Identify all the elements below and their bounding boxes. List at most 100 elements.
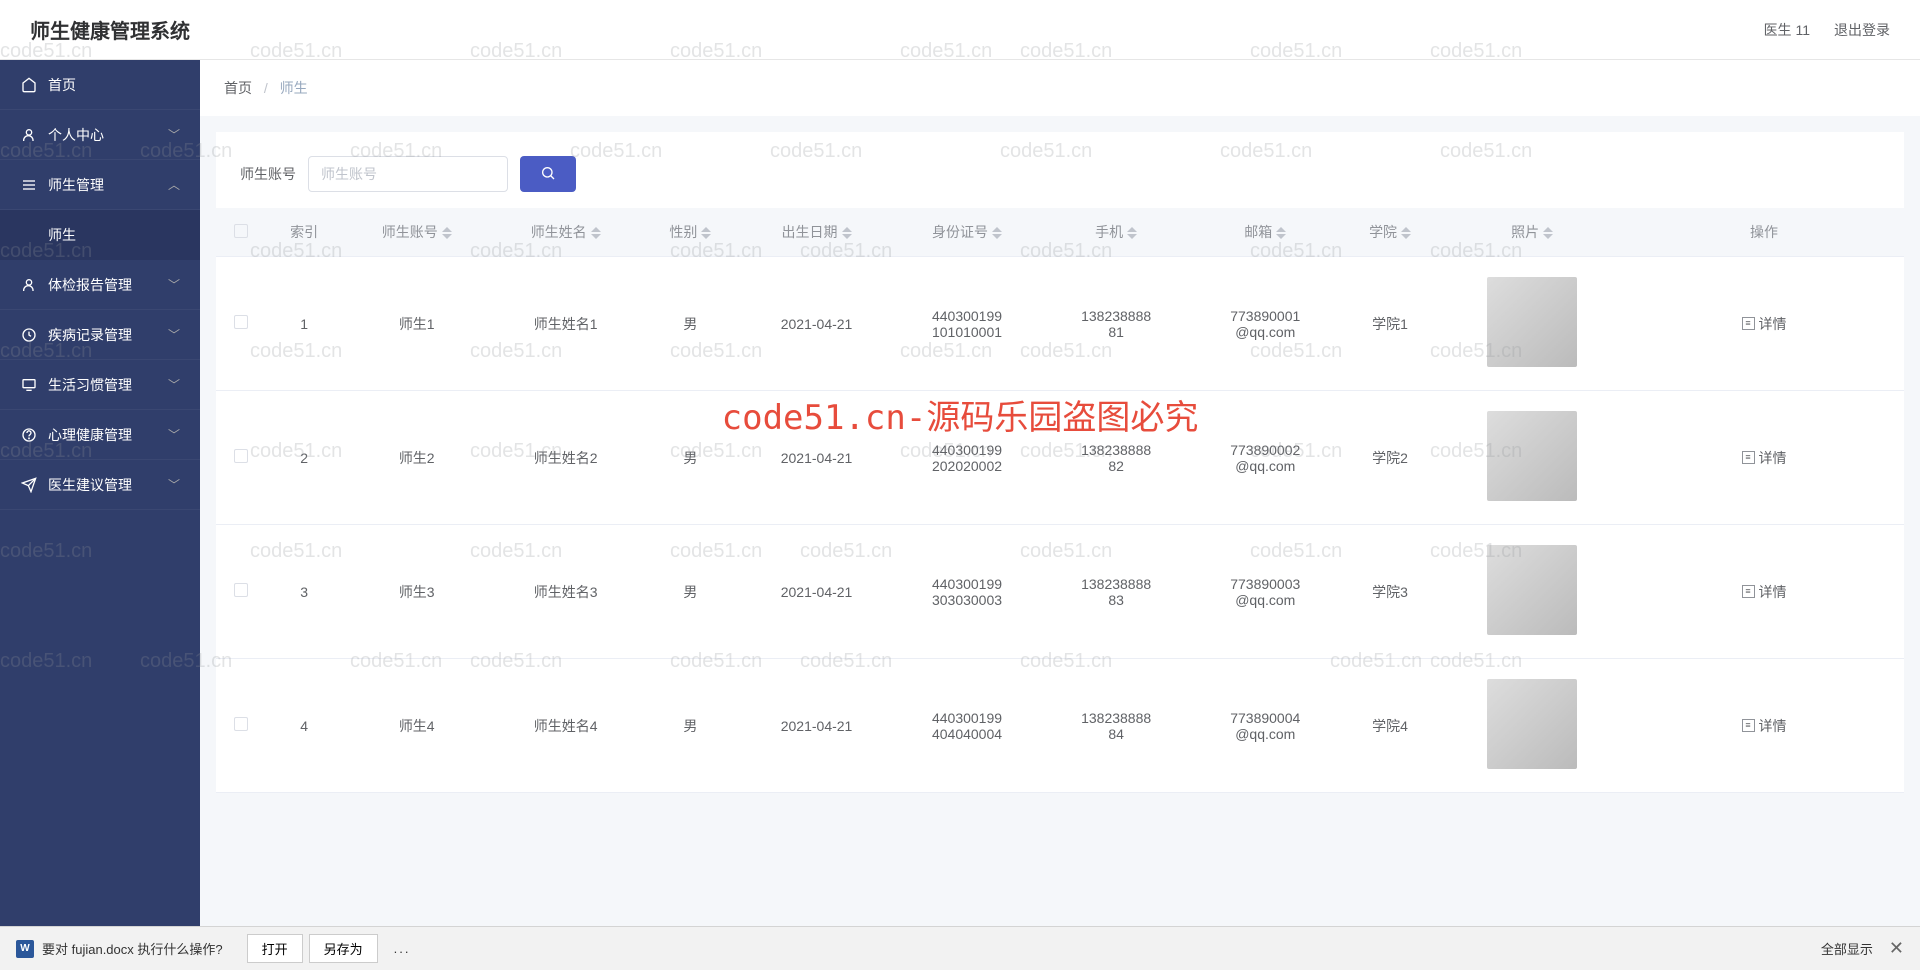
cell-account: 师生4: [342, 659, 491, 793]
sidebar-item-label: 首页: [48, 75, 180, 95]
cell-index: 3: [266, 525, 342, 659]
sidebar-item-label: 师生管理: [48, 175, 168, 195]
user-label[interactable]: 医生 11: [1764, 20, 1810, 40]
sidebar-item-advice[interactable]: 医生建议管理 ﹀: [0, 460, 200, 510]
row-checkbox[interactable]: [234, 583, 248, 597]
photo-thumbnail[interactable]: [1487, 679, 1577, 769]
show-all-link[interactable]: 全部显示: [1821, 939, 1873, 958]
cell-phone: 13823888884: [1042, 659, 1191, 793]
cell-dob: 2021-04-21: [741, 525, 893, 659]
sort-icon: [1401, 227, 1411, 239]
chevron-down-icon: ﹀: [168, 376, 180, 393]
more-button[interactable]: ...: [384, 937, 421, 960]
sort-icon: [442, 227, 452, 239]
search-label: 师生账号: [240, 164, 296, 184]
breadcrumb-current: 师生: [280, 80, 308, 96]
col-idcard[interactable]: 身份证号: [892, 208, 1041, 257]
cell-dob: 2021-04-21: [741, 257, 893, 391]
detail-button[interactable]: ≡详情: [1742, 314, 1787, 334]
col-index[interactable]: 索引: [266, 208, 342, 257]
detail-button[interactable]: ≡详情: [1742, 448, 1787, 468]
detail-icon: ≡: [1742, 719, 1755, 732]
cell-account: 师生3: [342, 525, 491, 659]
row-checkbox[interactable]: [234, 315, 248, 329]
cell-college: 学院2: [1340, 391, 1440, 525]
chevron-down-icon: ﹀: [168, 476, 180, 493]
cell-email: 773890002@qq.com: [1191, 391, 1340, 525]
sidebar-item-profile[interactable]: 个人中心 ﹀: [0, 110, 200, 160]
clock-icon: [20, 327, 38, 343]
sidebar-item-mental[interactable]: 心理健康管理 ﹀: [0, 410, 200, 460]
sort-icon: [992, 227, 1002, 239]
app-header: 师生健康管理系统 医生 11 退出登录: [0, 0, 1920, 60]
photo-thumbnail[interactable]: [1487, 545, 1577, 635]
sidebar-subitem-teacher-student[interactable]: 师生: [0, 210, 200, 260]
sidebar-subitem-label: 师生: [48, 225, 76, 245]
sidebar-item-habit[interactable]: 生活习惯管理 ﹀: [0, 360, 200, 410]
detail-button[interactable]: ≡详情: [1742, 716, 1787, 736]
cell-idcard: 440300199101010001: [892, 257, 1041, 391]
sort-icon: [1276, 227, 1286, 239]
logout-link[interactable]: 退出登录: [1834, 20, 1890, 40]
word-file-icon: W: [16, 940, 34, 958]
cell-index: 2: [266, 391, 342, 525]
cell-idcard: 440300199202020002: [892, 391, 1041, 525]
photo-thumbnail[interactable]: [1487, 411, 1577, 501]
user-icon: [20, 127, 38, 143]
sidebar-item-label: 个人中心: [48, 125, 168, 145]
select-all-checkbox[interactable]: [234, 224, 248, 238]
table-row: 3 师生3 师生姓名3 男 2021-04-21 440300199303030…: [216, 525, 1904, 659]
breadcrumb-home[interactable]: 首页: [224, 80, 252, 96]
search-input[interactable]: [308, 156, 508, 192]
cell-gender: 男: [640, 391, 740, 525]
download-message: 要对 fujian.docx 执行什么操作?: [42, 939, 223, 958]
sidebar-item-teacher-student[interactable]: 师生管理 ︿: [0, 160, 200, 210]
table-row: 2 师生2 师生姓名2 男 2021-04-21 440300199202020…: [216, 391, 1904, 525]
cell-photo: [1440, 525, 1624, 659]
save-as-button[interactable]: 另存为: [309, 934, 378, 963]
open-button[interactable]: 打开: [247, 934, 303, 963]
col-college[interactable]: 学院: [1340, 208, 1440, 257]
col-dob[interactable]: 出生日期: [741, 208, 893, 257]
search-button[interactable]: [520, 156, 576, 192]
home-icon: [20, 77, 38, 93]
row-checkbox[interactable]: [234, 717, 248, 731]
help-icon: [20, 427, 38, 443]
data-table: 索引 师生账号 师生姓名 性别 出生日期 身份证号 手机 邮箱 学院 照片 操作…: [216, 208, 1904, 793]
col-action: 操作: [1624, 208, 1904, 257]
cell-gender: 男: [640, 659, 740, 793]
chevron-up-icon: ︿: [168, 176, 180, 193]
cell-idcard: 440300199404040004: [892, 659, 1041, 793]
col-account[interactable]: 师生账号: [342, 208, 491, 257]
photo-thumbnail[interactable]: [1487, 277, 1577, 367]
cell-phone: 13823888882: [1042, 391, 1191, 525]
col-email[interactable]: 邮箱: [1191, 208, 1340, 257]
col-name[interactable]: 师生姓名: [491, 208, 640, 257]
chevron-down-icon: ﹀: [168, 326, 180, 343]
row-checkbox[interactable]: [234, 449, 248, 463]
chevron-down-icon: ﹀: [168, 426, 180, 443]
table-row: 1 师生1 师生姓名1 男 2021-04-21 440300199101010…: [216, 257, 1904, 391]
col-phone[interactable]: 手机: [1042, 208, 1191, 257]
close-icon[interactable]: ✕: [1889, 938, 1904, 959]
sidebar-item-disease[interactable]: 疾病记录管理 ﹀: [0, 310, 200, 360]
cell-name: 师生姓名4: [491, 659, 640, 793]
sidebar-item-home[interactable]: 首页: [0, 60, 200, 110]
detail-button[interactable]: ≡详情: [1742, 582, 1787, 602]
sidebar-item-label: 生活习惯管理: [48, 375, 168, 395]
sort-icon: [1127, 227, 1137, 239]
sidebar-item-label: 医生建议管理: [48, 475, 168, 495]
cell-account: 师生1: [342, 257, 491, 391]
main-content: 首页 / 师生 师生账号 索引 师生账号 师生姓名 性别: [200, 60, 1920, 926]
send-icon: [20, 477, 38, 493]
cell-name: 师生姓名3: [491, 525, 640, 659]
cell-dob: 2021-04-21: [741, 391, 893, 525]
cell-photo: [1440, 257, 1624, 391]
user-icon: [20, 277, 38, 293]
cell-photo: [1440, 391, 1624, 525]
sidebar-item-exam-report[interactable]: 体检报告管理 ﹀: [0, 260, 200, 310]
col-gender[interactable]: 性别: [640, 208, 740, 257]
cell-phone: 13823888883: [1042, 525, 1191, 659]
col-photo[interactable]: 照片: [1440, 208, 1624, 257]
cell-college: 学院3: [1340, 525, 1440, 659]
